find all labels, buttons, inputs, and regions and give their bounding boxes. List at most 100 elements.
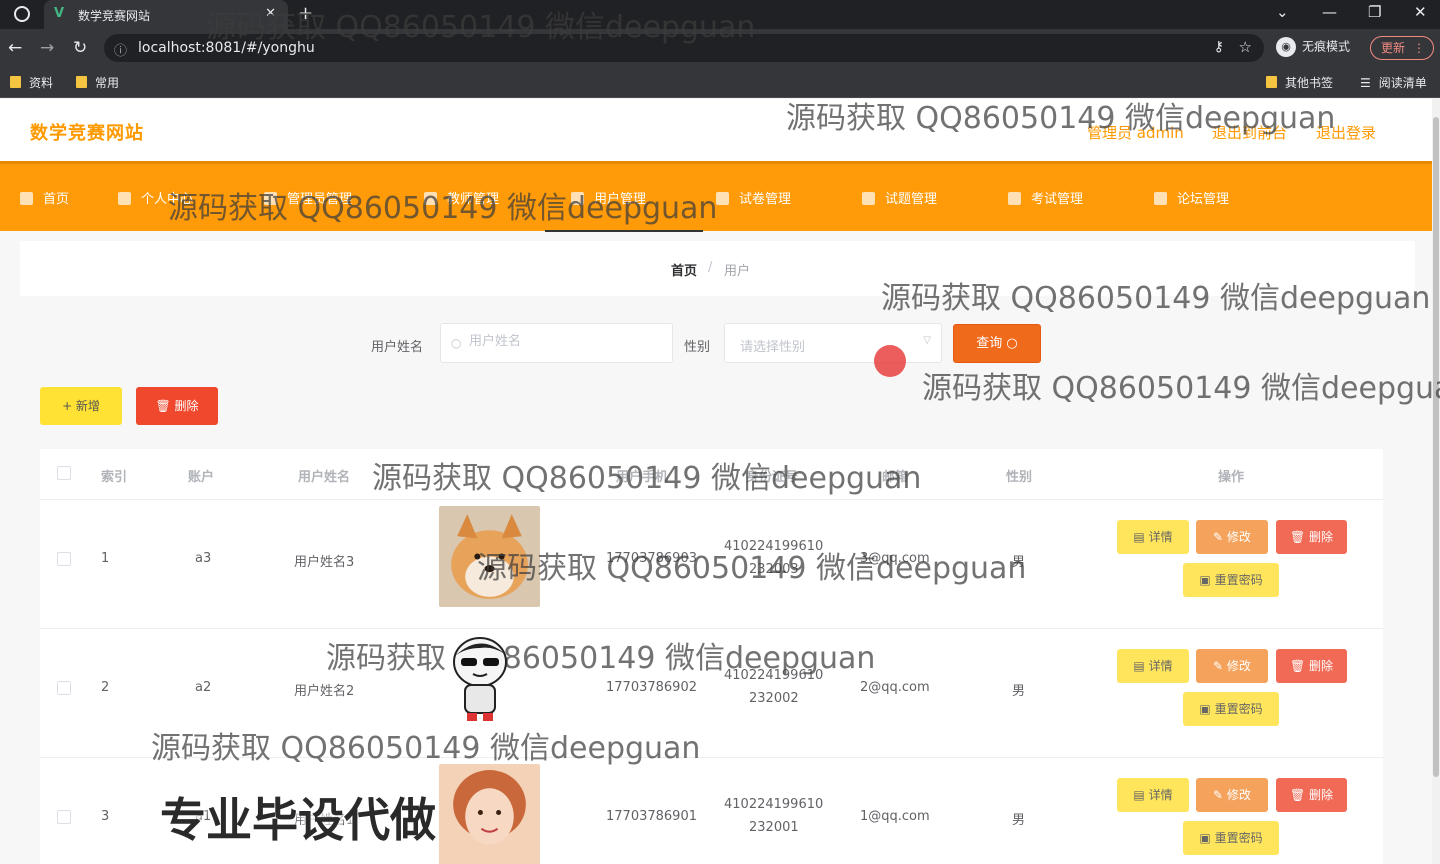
row-checkbox[interactable] bbox=[57, 552, 71, 566]
incognito-icon: ◉ bbox=[1276, 37, 1296, 57]
reset-password-button[interactable]: ▣ 重置密码 bbox=[1183, 821, 1279, 855]
bookmark-folder-changyong[interactable]: 常用 bbox=[76, 74, 119, 91]
home-icon bbox=[20, 192, 33, 205]
logout-link[interactable]: 退出登录 bbox=[1316, 122, 1376, 143]
delete-button[interactable]: 🗑 删除 bbox=[1276, 649, 1347, 683]
nav-paper-manage[interactable]: 试卷管理 bbox=[716, 188, 791, 207]
detail-label: 详情 bbox=[1148, 659, 1173, 673]
edit-button[interactable]: ✎ 修改 bbox=[1196, 778, 1268, 812]
reset-password-button[interactable]: ▣ 重置密码 bbox=[1183, 563, 1279, 597]
paper-icon bbox=[716, 192, 729, 205]
reading-list[interactable]: ☰ 阅读清单 bbox=[1360, 74, 1427, 91]
detail-label: 详情 bbox=[1148, 530, 1173, 544]
active-nav-underline bbox=[545, 230, 703, 232]
browser-tab[interactable]: V 数学竞赛网站 ✕ bbox=[44, 0, 288, 29]
folder-icon bbox=[10, 76, 21, 88]
cell-idcard-line1: 410224199610 bbox=[724, 797, 824, 812]
users-icon bbox=[571, 192, 584, 205]
delete-button[interactable]: 🗑 删除 bbox=[1276, 520, 1347, 554]
nav-label: 论坛管理 bbox=[1177, 192, 1230, 207]
window-close-icon[interactable]: ✕ bbox=[1414, 3, 1427, 21]
select-all-checkbox[interactable] bbox=[57, 466, 71, 480]
restore-icon[interactable]: ❐ bbox=[1368, 3, 1381, 21]
nav-teacher-manage[interactable]: 教师管理 bbox=[424, 188, 499, 207]
detail-button[interactable]: ▤ 详情 bbox=[1117, 649, 1189, 683]
nav-user-manage[interactable]: 用户管理 bbox=[571, 188, 646, 207]
header-account: 账户 bbox=[188, 470, 215, 485]
site-info-icon[interactable]: ⓘ bbox=[114, 40, 127, 59]
header-name: 用户姓名 bbox=[298, 470, 351, 485]
name-search-input[interactable] bbox=[469, 334, 659, 349]
tab-search-chevron-icon[interactable]: ⌄ bbox=[1276, 3, 1289, 21]
query-button[interactable]: 查询 ○ bbox=[953, 324, 1041, 363]
reading-list-icon: ☰ bbox=[1360, 76, 1371, 90]
trash-icon: 🗑 bbox=[1289, 659, 1310, 673]
url-text[interactable]: localhost:8081/#/yonghu bbox=[138, 40, 315, 56]
cell-phone: 17703786902 bbox=[606, 680, 697, 695]
back-to-front-link[interactable]: 退出到前台 bbox=[1212, 122, 1287, 143]
cell-idcard-line2: 232003 bbox=[749, 562, 799, 577]
web-page: 数学竞赛网站 管理员 admin 退出到前台 退出登录 首页 个人中心 管理员管… bbox=[0, 99, 1432, 864]
cell-email: 1@qq.com bbox=[860, 809, 930, 824]
row-checkbox[interactable] bbox=[57, 681, 71, 695]
delete-button[interactable]: 🗑 删除 bbox=[1276, 778, 1347, 812]
omnibox[interactable]: ⓘ localhost:8081/#/yonghu ⚷ ☆ bbox=[104, 34, 1264, 62]
cell-account: a2 bbox=[195, 680, 212, 695]
header-idcard: 身份证号 bbox=[746, 470, 799, 485]
scrollbar-thumb[interactable] bbox=[1433, 117, 1439, 777]
new-tab-icon[interactable]: + bbox=[298, 3, 313, 24]
bookmark-folder-ziliao[interactable]: 资料 bbox=[10, 74, 53, 91]
row-checkbox[interactable] bbox=[57, 810, 71, 824]
reset-password-button[interactable]: ▣ 重置密码 bbox=[1183, 692, 1279, 726]
edit-button[interactable]: ✎ 修改 bbox=[1196, 649, 1268, 683]
exam-icon bbox=[1008, 192, 1021, 205]
cell-gender: 男 bbox=[1012, 555, 1026, 570]
batch-delete-button[interactable]: 🗑 删除 bbox=[136, 387, 218, 425]
forward-icon[interactable]: → bbox=[40, 38, 54, 58]
name-search-field[interactable]: ○ bbox=[440, 323, 673, 363]
trash-icon: 🗑 bbox=[1289, 788, 1310, 802]
reset-label: 重置密码 bbox=[1214, 702, 1263, 716]
page-scrollbar[interactable] bbox=[1432, 99, 1440, 864]
nav-profile[interactable]: 个人中心 bbox=[118, 188, 193, 207]
main-navbar: 首页 个人中心 管理员管理 教师管理 用户管理 试卷管理 试题管理 考试管理 论… bbox=[0, 161, 1432, 232]
ad-banner-text: 专业毕设代做 bbox=[160, 793, 436, 847]
gender-select[interactable]: 请选择性别 ▽ bbox=[724, 323, 942, 363]
detail-button[interactable]: ▤ 详情 bbox=[1117, 520, 1189, 554]
update-button[interactable]: 更新 ⋮ bbox=[1370, 36, 1434, 60]
tab-close-icon[interactable]: ✕ bbox=[265, 6, 276, 21]
name-search-label: 用户姓名 bbox=[371, 340, 424, 355]
back-icon[interactable]: ← bbox=[8, 38, 22, 58]
nav-label: 首页 bbox=[43, 192, 70, 207]
detail-button[interactable]: ▤ 详情 bbox=[1117, 778, 1189, 812]
bookmark-star-icon[interactable]: ☆ bbox=[1239, 38, 1252, 56]
reset-label: 重置密码 bbox=[1214, 831, 1263, 845]
add-button[interactable]: + 新增 bbox=[40, 387, 122, 425]
table-row: 1 a3 用户姓名3 17703786903 410224199610 2320… bbox=[40, 499, 1383, 628]
nav-exam-manage[interactable]: 考试管理 bbox=[1008, 188, 1083, 207]
browser-tabbar: V 数学竞赛网站 ✕ + ⌄ — ❐ ✕ bbox=[0, 0, 1440, 29]
cell-account: a3 bbox=[195, 551, 212, 566]
chevron-down-icon: ▽ bbox=[923, 335, 931, 346]
nav-home[interactable]: 首页 bbox=[20, 188, 69, 207]
cell-email: 2@qq.com bbox=[860, 680, 930, 695]
minimize-icon[interactable]: — bbox=[1322, 3, 1337, 21]
nav-question-manage[interactable]: 试题管理 bbox=[862, 188, 937, 207]
edit-label: 修改 bbox=[1226, 659, 1251, 673]
bookmark-folder-other[interactable]: 其他书签 bbox=[1266, 74, 1333, 91]
delete-label: 删除 bbox=[174, 399, 199, 413]
nav-admin-manage[interactable]: 管理员管理 bbox=[264, 188, 352, 207]
site-title: 数学竞赛网站 bbox=[30, 123, 144, 144]
password-key-icon[interactable]: ⚷ bbox=[1214, 39, 1224, 55]
incognito-indicator[interactable]: ◉ 无痕模式 bbox=[1276, 37, 1350, 57]
edit-label: 修改 bbox=[1226, 530, 1251, 544]
nav-label: 试题管理 bbox=[885, 192, 938, 207]
header-email: 邮箱 bbox=[882, 470, 909, 485]
edit-button[interactable]: ✎ 修改 bbox=[1196, 520, 1268, 554]
reload-icon[interactable]: ↻ bbox=[73, 38, 87, 58]
header-gender: 性别 bbox=[1006, 470, 1033, 485]
question-icon bbox=[862, 192, 875, 205]
nav-forum-manage[interactable]: 论坛管理 bbox=[1154, 188, 1229, 207]
breadcrumb-home[interactable]: 首页 bbox=[671, 260, 697, 279]
gender-select-placeholder: 请选择性别 bbox=[740, 340, 806, 355]
